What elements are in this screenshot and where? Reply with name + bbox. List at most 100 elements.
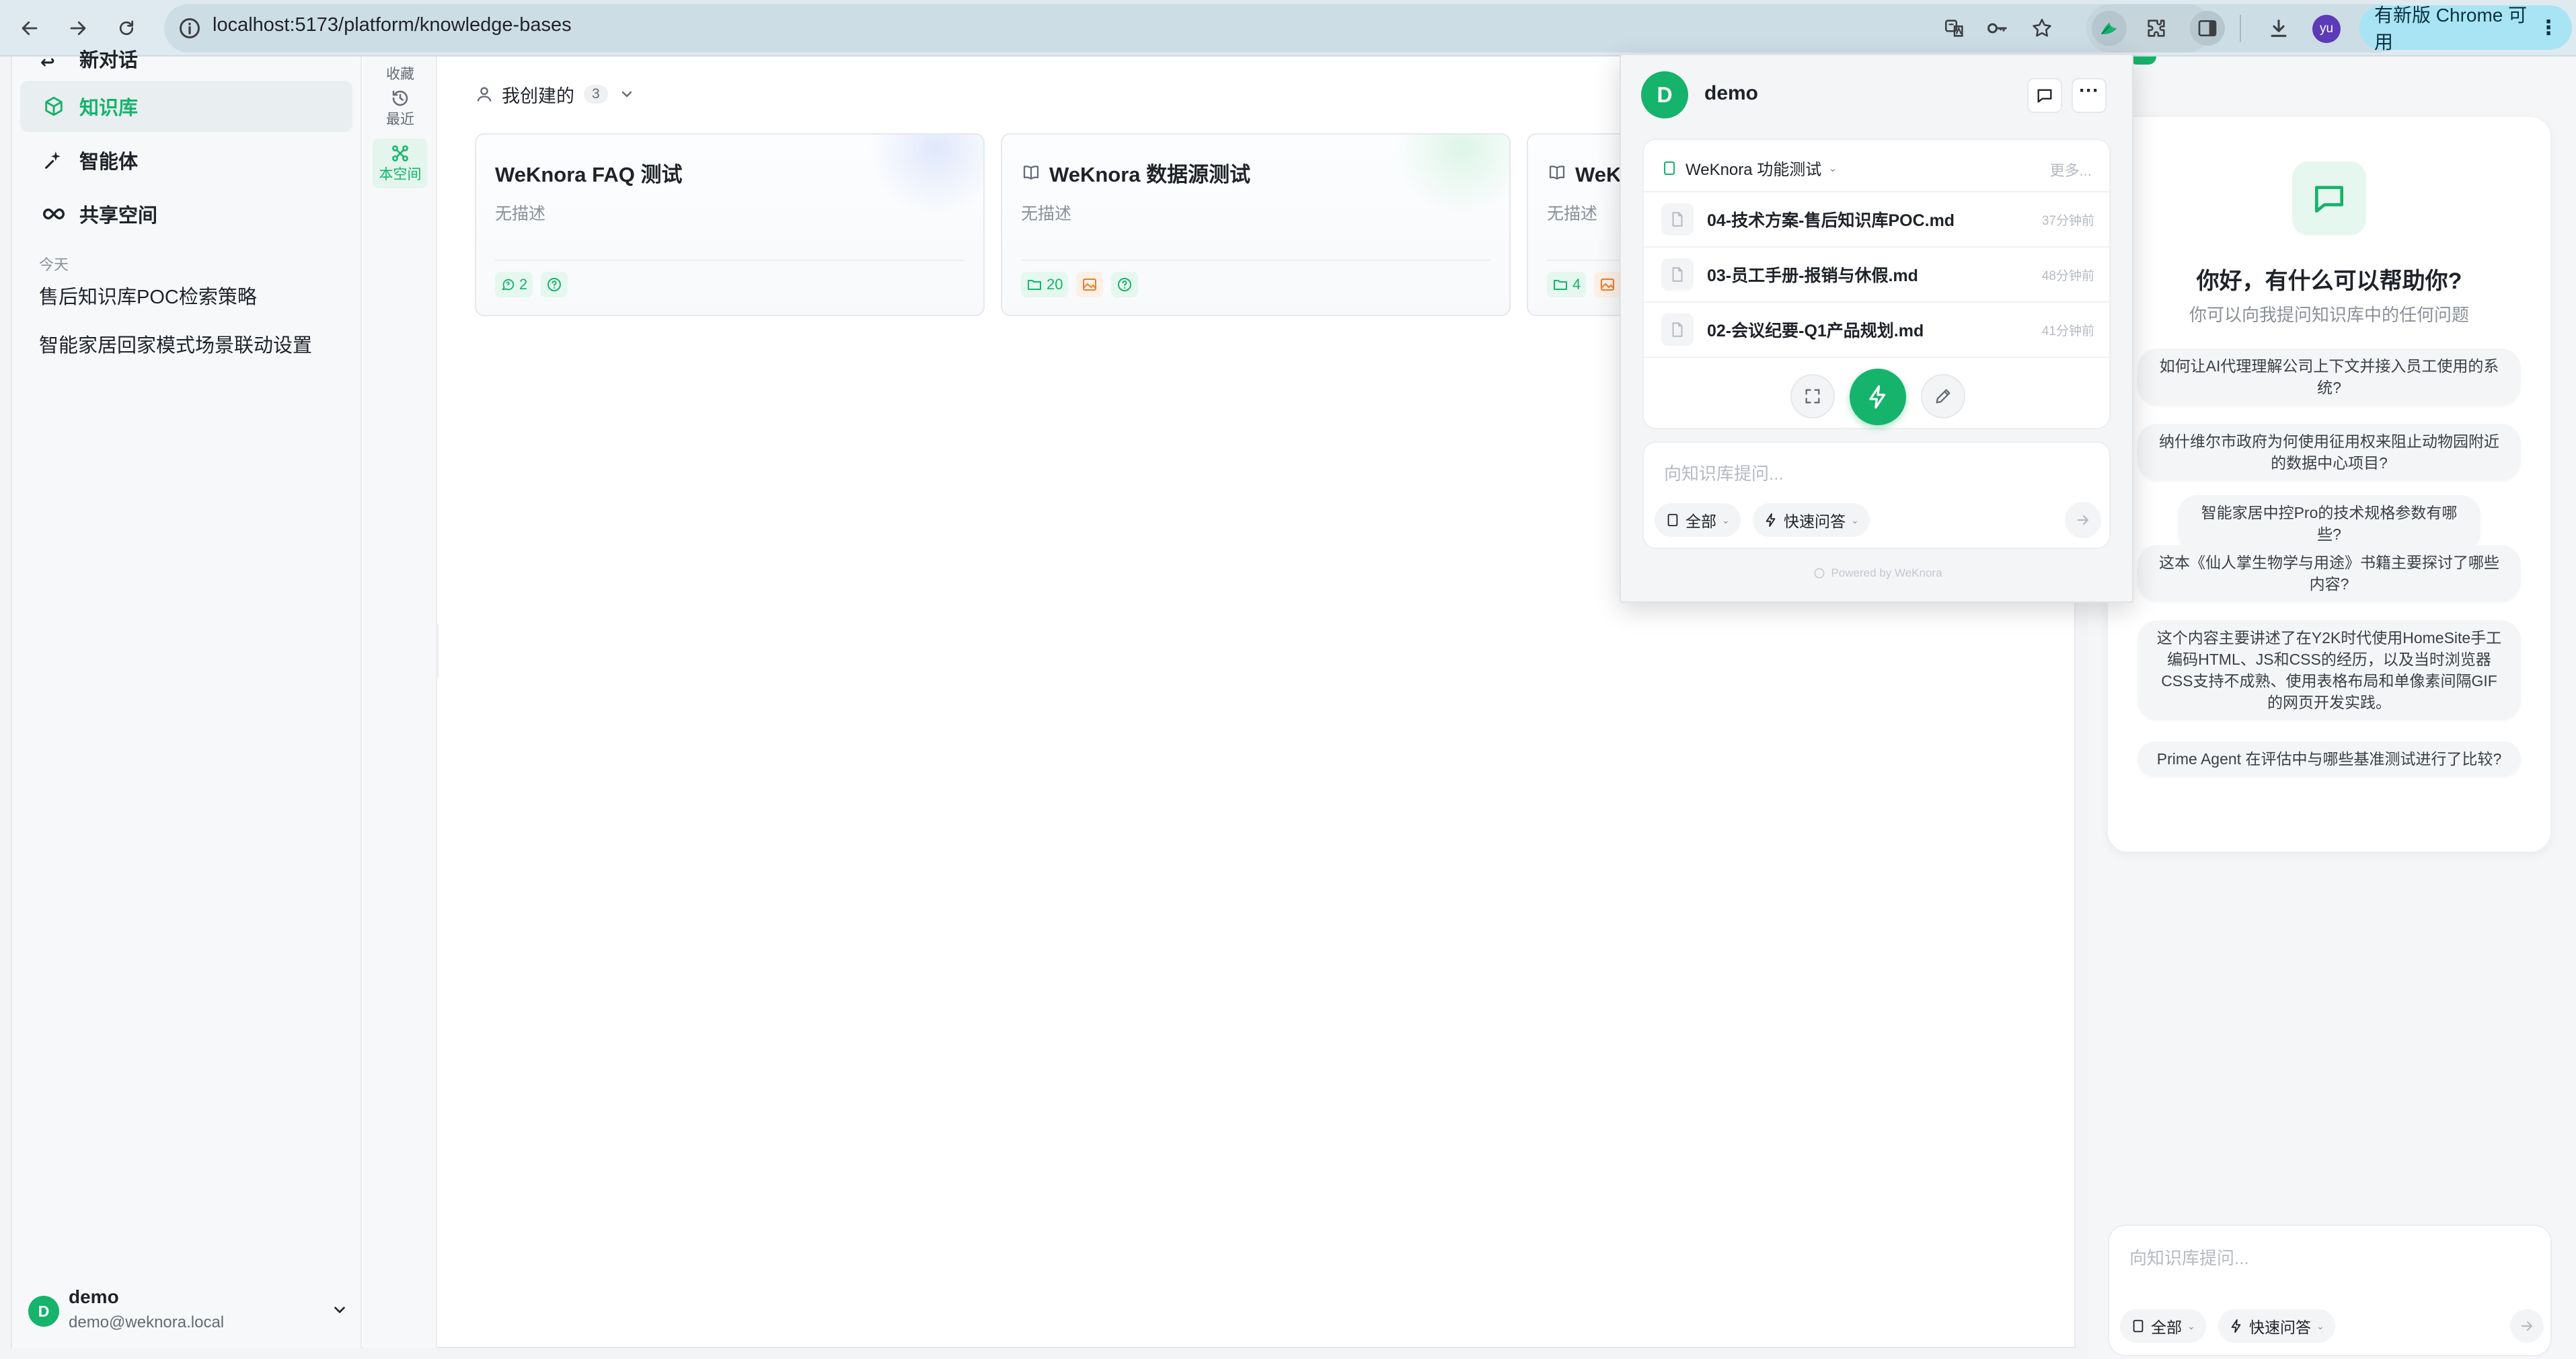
toolbar-divider [2240, 15, 2241, 42]
faq-count-badge: 2 [495, 272, 533, 297]
kb-card-description: 无描述 [1021, 205, 1072, 223]
filter-label: 我创建的 [502, 85, 574, 106]
arrow-right-icon [70, 21, 86, 36]
key-icon[interactable] [1980, 11, 2015, 46]
resize-handle[interactable] [437, 624, 439, 678]
book-icon [1021, 163, 1041, 183]
download-icon[interactable] [2261, 11, 2296, 46]
file-row[interactable]: 03-员工手册-报销与休假.md 48分钟前 [1644, 246, 2112, 301]
cube-icon [40, 93, 67, 120]
subnav-recent[interactable]: 最近 [373, 83, 428, 133]
network-icon [390, 143, 410, 163]
kb-card-meta: 20 [1021, 272, 1139, 297]
send-button[interactable] [2065, 502, 2101, 538]
translate-icon[interactable] [1937, 11, 1972, 46]
chat-bubble-icon [2035, 86, 2054, 105]
image-badge [1594, 272, 1622, 297]
url-text[interactable]: localhost:5173/platform/knowledge-bases [213, 13, 572, 36]
user-name: demo [69, 1286, 119, 1307]
created-by-me-filter[interactable]: 我创建的 3 [475, 81, 635, 108]
suggestion-chip[interactable]: 纳什维尔市政府为何使用征用权来阻止动物园附近的数据中心项目? [2137, 424, 2521, 480]
reload-button[interactable] [109, 11, 144, 46]
user-menu[interactable]: D demo demo@weknora.local [28, 1281, 351, 1339]
suggestion-chip[interactable]: 这个内容主要讲述了在Y2K时代使用HomeSite手工编码HTML、JS和CSS… [2137, 620, 2521, 720]
edit-button[interactable] [1921, 374, 1965, 418]
sidebar-item-new-chat[interactable]: ↩ 新对话 [40, 48, 138, 73]
more-options-button[interactable]: ··· [2072, 78, 2107, 113]
more-link[interactable]: 更多... [2050, 159, 2092, 180]
suggestion-chip[interactable]: Prime Agent 在评估中与哪些基准测试进行了比较? [2137, 741, 2521, 776]
filter-count: 3 [584, 85, 608, 104]
question-badge [541, 272, 568, 297]
weknora-extension-icon[interactable] [2092, 11, 2127, 46]
chevron-down-icon: ⌄ [2187, 1320, 2195, 1331]
expand-icon [1803, 387, 1822, 406]
card-decoration [869, 135, 983, 215]
puzzle-icon[interactable] [2139, 11, 2174, 46]
sidebar-item-knowledge-base[interactable]: 知识库 [20, 81, 352, 132]
sparkle-icon [40, 147, 67, 174]
avatar: D [28, 1296, 59, 1327]
avatar: D [1641, 71, 1688, 118]
forward-button[interactable] [61, 11, 96, 46]
chevron-down-icon: ⌄ [1722, 514, 1730, 525]
chat-input[interactable]: 向知识库提问... [2129, 1245, 2249, 1270]
site-info-icon[interactable] [178, 16, 202, 40]
faq-icon [500, 277, 515, 292]
folder-icon [1026, 277, 1043, 293]
chrome-update-button[interactable]: 有新版 Chrome 可用 ⋮ [2359, 5, 2572, 52]
history-item[interactable]: 智能家居回家模式场景联动设置 [39, 334, 312, 358]
subnav-this-space[interactable]: 本空间 [373, 139, 428, 188]
welcome-heading: 你好，有什么可以帮助你? [2196, 268, 2462, 294]
mode-selector[interactable]: 快速问答 ⌄ [2218, 1309, 2335, 1343]
arrow-right-icon [2519, 1318, 2535, 1334]
lightning-icon [1764, 513, 1778, 527]
sidebar-item-agents[interactable]: 智能体 [20, 135, 352, 186]
document-count-badge: 20 [1021, 272, 1069, 297]
pencil-icon [1934, 387, 1953, 406]
send-button[interactable] [2510, 1309, 2544, 1343]
file-icon [1661, 258, 1694, 291]
file-row[interactable]: 04-技术方案-售后知识库POC.md 37分钟前 [1644, 191, 2112, 246]
arrow-right-icon [2075, 512, 2091, 528]
question-circle-icon [546, 277, 562, 293]
kb-card-title: WeKnora 数据源测试 [1021, 157, 1250, 188]
welcome-card: 你好，有什么可以帮助你? 你可以向我提问知识库中的任何问题 如何让AI代理理解公… [2108, 117, 2550, 852]
profile-avatar[interactable]: yu [2312, 15, 2341, 43]
file-row[interactable]: 02-会议纪要-Q1产品规划.md 41分钟前 [1644, 301, 2112, 357]
ellipsis-icon: ··· [2079, 79, 2099, 102]
kb-selector[interactable]: WeKnora 功能测试 ⌄ [1661, 156, 1838, 180]
kb-card[interactable]: WeKnora FAQ 测试 无描述 2 [475, 133, 985, 316]
divider [1021, 260, 1490, 261]
sidebar-item-shared-space[interactable]: 共享空间 [20, 188, 352, 240]
divider [1644, 357, 2112, 358]
suggestion-chip[interactable]: 智能家居中控Pro的技术规格参数有哪些? [2178, 495, 2480, 552]
github-icon [1813, 567, 1825, 579]
bookmark-star-icon[interactable] [2024, 11, 2059, 46]
scope-selector[interactable]: 全部 ⌄ [2120, 1309, 2206, 1343]
image-icon [1082, 277, 1098, 293]
suggestion-chip[interactable]: 这本《仙人掌生物学与用途》书籍主要探讨了哪些内容? [2137, 545, 2521, 601]
chat-input[interactable]: 向知识库提问... [1664, 460, 1784, 485]
history-item[interactable]: 售后知识库POC检索策略 [39, 285, 257, 309]
kb-card-description: 无描述 [1547, 205, 1598, 223]
scope-selector[interactable]: 全部 ⌄ [1655, 503, 1741, 537]
subnav-favorites[interactable]: 收藏 [373, 36, 428, 86]
popup-kb-card: WeKnora 功能测试 ⌄ 更多... 04-技术方案-售后知识库POC.md… [1642, 139, 2112, 429]
space-subnav: 收藏 最近 本空间 [363, 57, 437, 1348]
back-button[interactable] [12, 11, 47, 46]
side-panel-icon[interactable] [2190, 11, 2225, 46]
history-icon [390, 88, 410, 108]
mode-selector[interactable]: 快速问答 ⌄ [1753, 503, 1870, 537]
user-email: demo@weknora.local [69, 1313, 225, 1331]
suggestion-chip[interactable]: 如何让AI代理理解公司上下文并接入员工使用的系统? [2137, 348, 2521, 405]
expand-button[interactable] [1790, 374, 1835, 418]
chat-bubble-icon [2292, 161, 2366, 235]
kb-card[interactable]: WeKnora 数据源测试 无描述 20 [1001, 133, 1511, 316]
image-icon [1599, 277, 1616, 293]
quick-answer-button[interactable] [1850, 369, 1906, 425]
new-chat-button[interactable] [2027, 78, 2062, 113]
chevron-down-icon [331, 1301, 348, 1319]
document-count-badge: 4 [1547, 272, 1587, 297]
new-chat-icon: ↩ [40, 52, 55, 72]
